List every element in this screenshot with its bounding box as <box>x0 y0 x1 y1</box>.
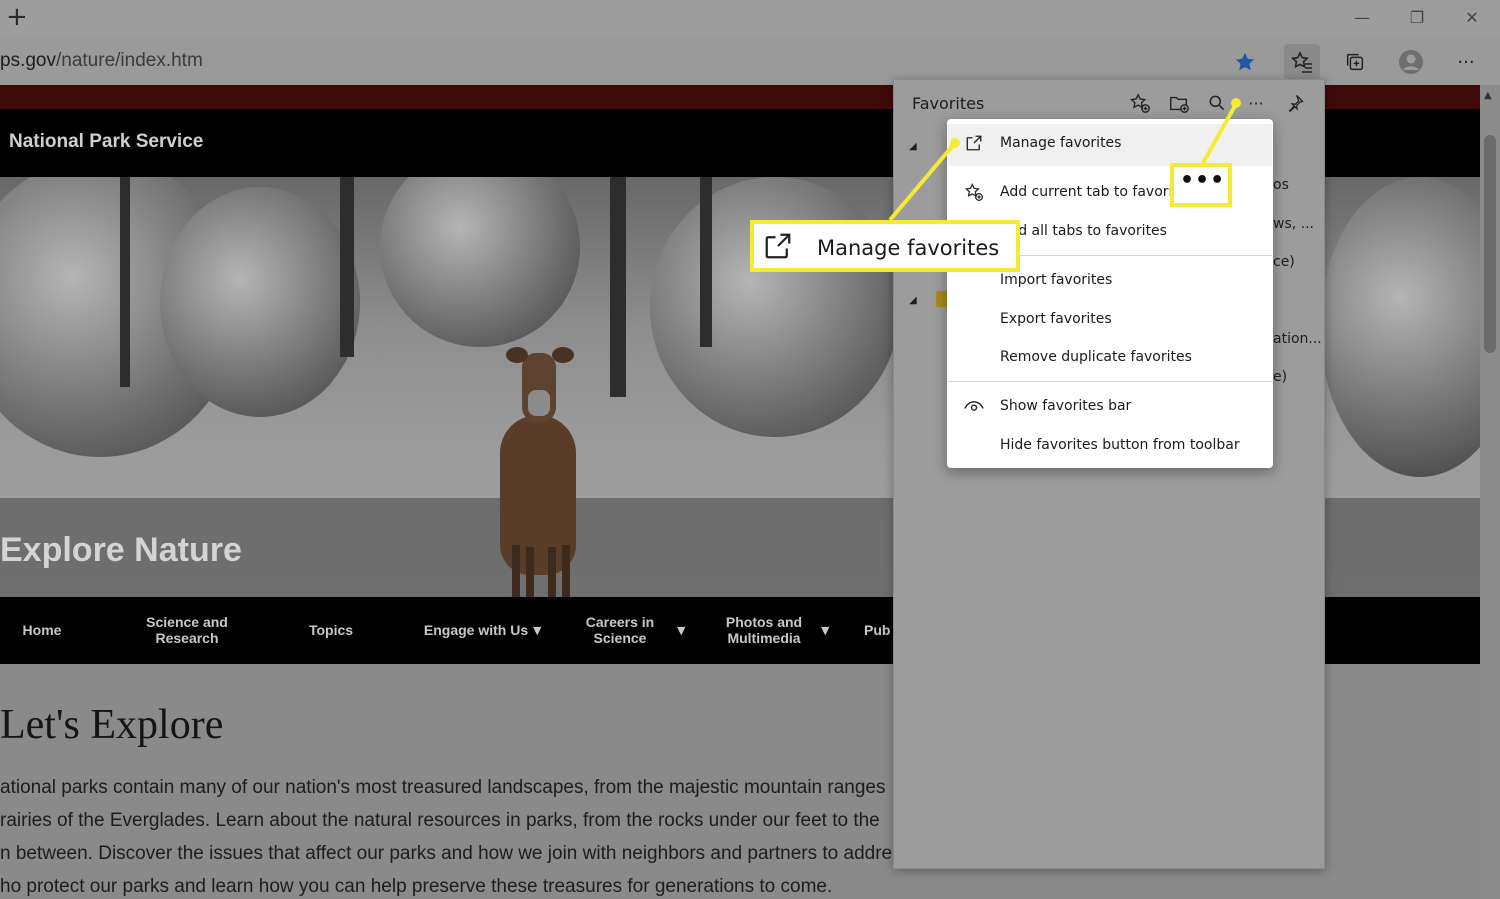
callout-dot <box>950 138 960 148</box>
menu-item-export[interactable]: Export favorites <box>1000 311 1112 327</box>
add-favorite-icon[interactable] <box>1126 90 1154 116</box>
favorite-item-text[interactable]: ws, ... <box>1273 216 1314 232</box>
paragraph-line: ational parks contain many of our nation… <box>0 777 886 798</box>
collapse-arrow-icon[interactable]: ◢ <box>909 295 917 306</box>
menu-item-add-current-tab[interactable]: Add current tab to favorites <box>1000 184 1194 200</box>
favorites-panel-title: Favorites <box>912 94 985 113</box>
article-heading: Let's Explore <box>0 702 224 748</box>
search-icon[interactable] <box>1203 90 1231 116</box>
external-link-icon <box>763 231 793 265</box>
nav-engage[interactable]: Engage with Us <box>416 622 536 638</box>
paragraph-line: ho protect our parks and learn how you c… <box>0 876 833 897</box>
external-link-icon <box>963 132 985 154</box>
menu-item-show-favorites-bar[interactable]: Show favorites bar <box>1000 398 1131 414</box>
nav-home[interactable]: Home <box>10 622 74 638</box>
nav-science-research[interactable]: Science and Research <box>130 614 244 646</box>
close-button[interactable]: ✕ <box>1452 6 1492 30</box>
tab-bar <box>0 0 1500 37</box>
add-folder-icon[interactable] <box>1165 90 1193 116</box>
collapse-arrow-icon[interactable]: ◢ <box>909 141 917 152</box>
menu-item-add-all-tabs[interactable]: Add all tabs to favorites <box>1000 223 1167 239</box>
settings-more-button[interactable]: ··· <box>1448 44 1484 80</box>
site-title-link[interactable]: National Park Service <box>9 131 203 153</box>
pin-icon[interactable] <box>1281 90 1309 116</box>
new-tab-button[interactable]: + <box>6 4 32 32</box>
url-path: /nature/index.htm <box>55 50 203 71</box>
menu-item-manage-favorites[interactable]: Manage favorites <box>1000 135 1121 151</box>
nav-photos[interactable]: Photos and Multimedia <box>712 614 816 646</box>
paragraph-line: rairies of the Everglades. Learn about t… <box>0 810 880 831</box>
scroll-thumb[interactable] <box>1484 135 1496 353</box>
favorite-item-text[interactable]: ce) <box>1273 254 1295 270</box>
more-options-icon: ••• <box>1180 168 1226 193</box>
paragraph-line: n between. Discover the issues that affe… <box>0 843 893 864</box>
nav-photos-caret-icon[interactable]: ▼ <box>821 624 829 637</box>
more-options-icon[interactable]: ··· <box>1242 90 1270 116</box>
favorite-star-icon[interactable] <box>1227 44 1263 80</box>
nav-topics[interactable]: Topics <box>296 622 366 638</box>
nav-careers[interactable]: Careers in Science <box>576 614 664 646</box>
menu-item-hide-favorites-button[interactable]: Hide favorites button from toolbar <box>1000 437 1240 453</box>
favorite-item-text[interactable]: ation... <box>1273 331 1322 347</box>
eye-icon <box>963 395 985 417</box>
nav-engage-caret-icon[interactable]: ▼ <box>533 624 541 637</box>
address-bar[interactable]: ps.gov/nature/index.htm <box>0 50 203 72</box>
star-add-icon <box>963 181 985 203</box>
menu-item-import[interactable]: Import favorites <box>1000 272 1112 288</box>
nav-careers-caret-icon[interactable]: ▼ <box>677 624 685 637</box>
nav-publications[interactable]: Pub <box>864 622 894 638</box>
minimize-button[interactable]: — <box>1342 6 1382 30</box>
callout-dot <box>1231 98 1241 108</box>
browser-toolbar <box>0 37 1500 85</box>
collections-icon[interactable] <box>1337 44 1373 80</box>
favorite-item-text[interactable]: e) <box>1273 369 1287 385</box>
url-domain: ps.gov <box>0 50 56 71</box>
restore-button[interactable]: ❐ <box>1397 6 1437 30</box>
callout-manage-label: Manage favorites <box>817 236 1000 260</box>
scroll-up-arrow-icon[interactable]: ▲ <box>1484 90 1492 101</box>
favorite-item-text[interactable]: os <box>1273 177 1289 193</box>
menu-item-remove-duplicates[interactable]: Remove duplicate favorites <box>1000 349 1192 365</box>
favorites-hub-button[interactable] <box>1284 44 1320 80</box>
profile-avatar[interactable] <box>1393 44 1429 80</box>
menu-separator <box>948 381 1272 382</box>
hero-title: Explore Nature <box>0 531 242 569</box>
